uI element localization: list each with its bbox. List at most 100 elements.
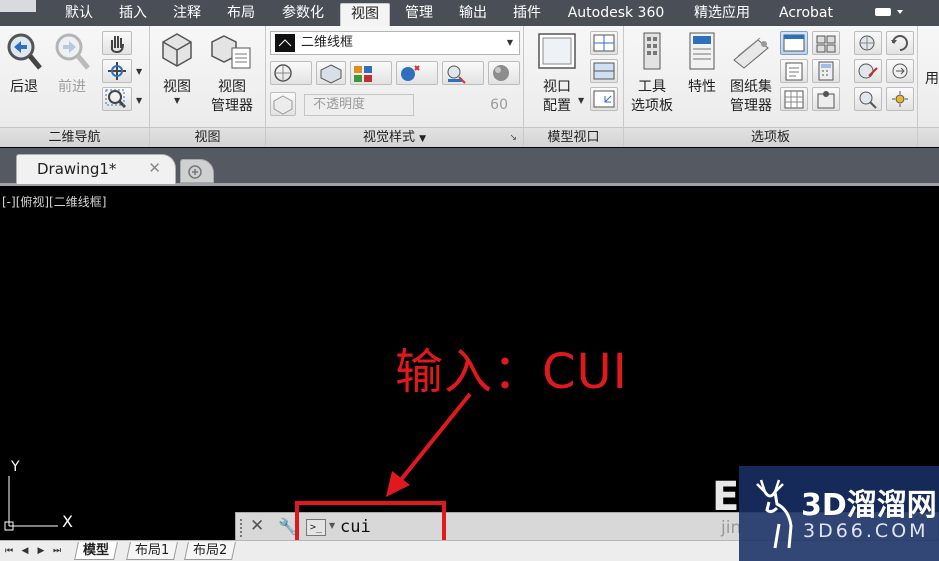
xray-sphere-icon [274, 64, 292, 82]
close-icon[interactable]: ✕ [250, 516, 264, 536]
tab-manage[interactable]: 管理 [396, 3, 442, 26]
markup-set-button[interactable] [812, 87, 840, 111]
new-tab-button[interactable] [180, 159, 214, 183]
layout-tab-layout2[interactable]: 布局2 [184, 542, 237, 560]
watermark-logo: 3D溜溜网 3D66.COM [739, 466, 939, 561]
tab-view[interactable]: 视图 [340, 3, 390, 26]
panel-title-overflow [918, 127, 939, 147]
first-layout-icon[interactable]: ⏮ [2, 544, 16, 558]
viewport-config-dropdown-arrow[interactable]: ▼ [578, 96, 584, 105]
panel-visual-styles: 二维线框 ▼ 不透明度 60 视觉样式 ▼ ↘ [266, 26, 524, 147]
drag-handle-icon[interactable] [240, 519, 245, 537]
edge-effects-button[interactable] [350, 61, 392, 85]
swap-icon [892, 63, 908, 79]
design-center-button[interactable] [812, 31, 840, 55]
tab-autodesk-360[interactable]: Autodesk 360 [560, 3, 672, 26]
next-layout-icon[interactable]: ▶ [34, 544, 48, 558]
last-layout-icon[interactable]: ⏭ [50, 544, 64, 558]
ribbon-minimize-toggle[interactable] [873, 5, 913, 21]
properties-icon [689, 32, 715, 70]
panel-palettes: 工具 选项板 特性 图纸集 管理器 选项板 [624, 26, 918, 147]
properties-button[interactable]: 特性 [682, 30, 722, 97]
deer-logo-icon [756, 479, 793, 549]
view-dropdown-arrow[interactable]: ▼ [174, 96, 180, 105]
orbit-dropdown-arrow[interactable]: ▼ [136, 67, 142, 76]
render-style-button[interactable] [488, 61, 520, 85]
ribbon-tab-bar: 默认 插入 注释 布局 参数化 视图 管理 输出 插件 Autodesk 360… [0, 0, 939, 26]
refresh-icon [891, 35, 908, 51]
tab-layout[interactable]: 布局 [218, 3, 264, 26]
overflow-button[interactable]: 用 [922, 70, 939, 89]
watermark-ghost-letter: E [712, 474, 740, 520]
palette-b-button[interactable] [886, 31, 914, 55]
back-button[interactable]: 后退 [4, 30, 44, 97]
palette-e-button[interactable] [854, 87, 882, 111]
opacity-slider[interactable]: 不透明度 [304, 94, 414, 116]
shadows-button[interactable] [316, 61, 346, 85]
layers-palette-button[interactable] [780, 87, 808, 111]
edit-pencil-icon [858, 63, 878, 79]
prev-layout-icon[interactable]: ◀ [18, 544, 32, 558]
panel-title-view: 视图 [150, 127, 265, 147]
document-tab-drawing1[interactable]: Drawing1* ✕ [16, 154, 176, 184]
tab-annotate[interactable]: 注释 [164, 3, 210, 26]
join-viewports-button[interactable] [590, 59, 618, 83]
visual-style-dropdown-arrow[interactable]: ▼ [507, 32, 513, 54]
opacity-box-icon [273, 95, 293, 115]
viewport-config-icon [538, 33, 576, 69]
palette-f-button[interactable] [886, 87, 914, 111]
viewport-config-button[interactable]: 视口 配置 ▼ [532, 30, 584, 116]
material-button[interactable] [442, 61, 484, 85]
close-icon[interactable]: ✕ [148, 159, 161, 177]
zoom-extents-button[interactable] [102, 87, 132, 111]
tool-palettes-button[interactable]: 工具 选项板 [626, 30, 678, 116]
zoom-dropdown-arrow[interactable]: ▼ [136, 96, 142, 105]
panel-title-visual-styles[interactable]: 视觉样式 ▼ [266, 127, 523, 147]
light-sphere-icon [401, 65, 420, 81]
layout-tab-layout1[interactable]: 布局1 [126, 542, 179, 560]
palette-d-button[interactable] [886, 59, 914, 83]
panel-title-2d-navigation: 二维导航 [0, 127, 149, 147]
restore-viewport-button[interactable] [590, 87, 618, 111]
visual-style-combo[interactable]: 二维线框 ▼ [270, 31, 520, 55]
tab-featured-apps[interactable]: 精选应用 [684, 3, 760, 26]
xray-button[interactable] [270, 61, 312, 85]
tool-grid-icon [784, 90, 804, 109]
light-button[interactable] [396, 61, 438, 85]
tab-parametric[interactable]: 参数化 [272, 3, 334, 26]
text-window-icon [785, 62, 803, 81]
plus-icon [188, 165, 202, 179]
tab-default[interactable]: 默认 [56, 3, 102, 26]
pan-button[interactable] [102, 31, 132, 55]
named-viewports-icon [593, 34, 615, 52]
calculator-icon [818, 61, 834, 81]
ribbon-toggle-icon [875, 8, 903, 16]
named-viewports-button[interactable] [590, 31, 618, 55]
sheet-set-manager-button[interactable]: 图纸集 管理器 [724, 30, 778, 116]
document-tab-label: Drawing1* [37, 160, 117, 178]
watermark-domain: 3D66.COM [803, 520, 929, 542]
view-button[interactable]: 视图 ▼ [156, 30, 198, 105]
opacity-value[interactable]: 60 [466, 94, 514, 116]
wireframe-swatch-icon [275, 34, 295, 52]
layout-tab-model[interactable]: 模型 [74, 542, 118, 560]
view-manager-button[interactable]: 视图 管理器 [206, 30, 258, 116]
join-viewports-icon [593, 62, 615, 80]
opacity-toggle-button[interactable] [270, 92, 296, 116]
chevron-down-icon: ▼ [419, 134, 427, 144]
palette-c-button[interactable] [854, 59, 882, 83]
tab-plugins[interactable]: 插件 [504, 3, 550, 26]
command-line-toggle-button[interactable] [780, 31, 808, 55]
quickcalc-button[interactable] [812, 59, 840, 83]
tab-acrobat[interactable]: Acrobat [770, 3, 842, 26]
globe-icon [859, 35, 875, 51]
panel-2d-navigation: 后退 前进 ▼ ▼ 二维导航 [0, 26, 150, 147]
text-window-button[interactable] [780, 59, 808, 83]
tab-output[interactable]: 输出 [450, 3, 496, 26]
tab-insert[interactable]: 插入 [110, 3, 156, 26]
palette-a-button[interactable] [854, 31, 882, 55]
quick-access-strip [0, 0, 36, 12]
forward-button[interactable]: 前进 [52, 30, 92, 97]
panel-launcher-icon[interactable]: ↘ [509, 133, 517, 143]
orbit-button[interactable] [102, 59, 132, 83]
